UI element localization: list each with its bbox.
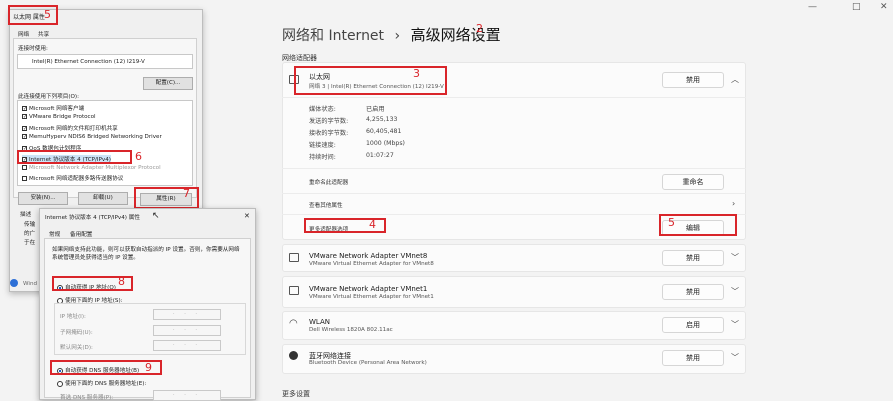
list-item[interactable]: Microsoft Network Adapter Multiplexor Pr… <box>22 165 161 171</box>
uninstall-button[interactable]: 卸载(U) <box>78 192 128 205</box>
divider <box>282 168 746 169</box>
chevron-down-icon[interactable]: ﹀ <box>731 352 739 363</box>
gateway-label: 默认网关(D): <box>60 345 93 351</box>
ethernet-disable-button[interactable]: 禁用 <box>662 72 724 88</box>
rename-label: 重命名此适配器 <box>309 180 349 186</box>
annotation-box <box>17 150 132 164</box>
page-title: 高级网络设置 <box>410 26 501 44</box>
detail-value: 4,255,133 <box>366 116 398 123</box>
minimize-button[interactable]: — <box>808 2 817 12</box>
adapter-name: WLAN <box>309 318 331 326</box>
more-settings-label: 更多设置 <box>282 390 310 398</box>
globe-icon <box>10 279 18 287</box>
adapter-name: VMware Network Adapter VMnet1 <box>309 285 428 293</box>
detail-key: 发送的字节数: <box>309 118 349 125</box>
subnet-mask-field[interactable]: · · · <box>153 325 221 336</box>
maximize-button[interactable]: □ <box>852 2 861 12</box>
step-number: 9 <box>145 361 152 374</box>
description-text: 于在 <box>24 240 36 246</box>
install-button[interactable]: 安装(N)... <box>18 192 68 205</box>
close-button[interactable]: ✕ <box>880 2 888 12</box>
detail-value: 01:07:27 <box>366 152 394 159</box>
chevron-down-icon[interactable]: ﹀ <box>731 286 739 297</box>
step-number: 2 <box>476 22 483 35</box>
adapter-desc: Bluetooth Device (Personal Area Network) <box>309 360 427 366</box>
step-number: 5 <box>668 216 675 229</box>
breadcrumb: 网络和 Internet › 高级网络设置 <box>282 24 501 45</box>
chevron-right-icon[interactable]: › <box>732 199 735 208</box>
detail-key: 媒体状态: <box>309 106 336 113</box>
tab-general[interactable]: 常规 <box>49 230 60 238</box>
detail-value: 已启用 <box>366 106 385 113</box>
connect-using-label: 连接时使用: <box>18 46 48 52</box>
breadcrumb-parent[interactable]: 网络和 Internet <box>282 28 384 44</box>
divider <box>282 97 746 98</box>
adapter-disable-button[interactable]: 禁用 <box>662 250 724 266</box>
tab-alternate[interactable]: 备用配置 <box>70 230 92 238</box>
step-number: 3 <box>413 67 420 80</box>
description-label: 描述 <box>20 212 32 218</box>
adapter-desc: VMware Virtual Ethernet Adapter for VMne… <box>309 294 434 300</box>
list-item[interactable]: ✓ Microsoft 网络客户端 <box>22 104 84 112</box>
chevron-up-icon[interactable]: ︿ <box>731 74 739 85</box>
detail-value: 1000 (Mbps) <box>366 140 405 147</box>
items-label: 此连接使用下列项目(O): <box>18 94 79 100</box>
wifi-icon: ◠ <box>289 318 298 329</box>
adapter-desc: VMware Virtual Ethernet Adapter for VMne… <box>309 261 434 267</box>
dns1-field[interactable]: · · · <box>153 390 221 401</box>
adapter-name-text: Intel(R) Ethernet Connection (12) I219-V <box>32 59 145 65</box>
monitor-icon <box>289 286 299 295</box>
rename-button[interactable]: 重命名 <box>662 174 724 190</box>
ip-address-label: IP 地址(I): <box>60 314 86 320</box>
divider <box>282 193 746 194</box>
detail-key: 接收的字节数: <box>309 130 349 137</box>
chevron-down-icon[interactable]: ﹀ <box>731 252 739 263</box>
manual-dns-radio[interactable]: 使用下面的 DNS 服务器地址(E): <box>57 379 146 387</box>
monitor-icon <box>289 253 299 262</box>
list-item[interactable]: ✓ MemuHyperv NDIS6 Bridged Networking Dri… <box>22 134 162 140</box>
subnet-mask-label: 子网掩码(U): <box>60 330 93 336</box>
adapter-disable-button[interactable]: 禁用 <box>662 284 724 300</box>
close-icon[interactable]: ✕ <box>244 212 250 220</box>
detail-key: 持续时间: <box>309 154 336 161</box>
adapter-enable-button[interactable]: 启用 <box>662 317 724 333</box>
bluetooth-icon <box>289 351 298 360</box>
step-number: 7 <box>183 187 190 200</box>
gateway-field[interactable]: · · · <box>153 340 221 351</box>
adapter-name: VMware Network Adapter VMnet8 <box>309 252 428 260</box>
list-item[interactable]: Microsoft 网络适配器多路传送器协议 <box>22 174 123 182</box>
step-number: 8 <box>118 275 125 288</box>
description-text: 传输 <box>24 222 36 228</box>
step-number: 4 <box>369 218 376 231</box>
chevron-down-icon[interactable]: ﹀ <box>731 319 739 330</box>
detail-key: 链接速度: <box>309 142 336 149</box>
annotation-box <box>294 66 447 95</box>
description-text: 的广 <box>24 231 36 237</box>
side-text: Wind <box>23 281 38 287</box>
configure-button[interactable]: 配置(C)... <box>143 77 193 90</box>
step-number: 6 <box>135 150 142 163</box>
ip-address-field[interactable]: · · · <box>153 309 221 320</box>
detail-value: 60,405,481 <box>366 128 402 135</box>
dialog-title: Internet 协议版本 4 (TCP/IPv4) 属性 <box>45 215 140 221</box>
adapter-desc: Dell Wireless 1820A 802.11ac <box>309 327 393 333</box>
intro-text: 如果网络支持此功能，则可以获取自动指派的 IP 设置。否则，你需要从网络系统管理… <box>52 247 240 261</box>
breadcrumb-separator: › <box>394 28 401 44</box>
list-item[interactable]: ✓ VMware Bridge Protocol <box>22 114 96 120</box>
tab-sharing[interactable]: 共享 <box>38 30 49 38</box>
hardware-properties-label[interactable]: 查看其他属性 <box>309 201 343 209</box>
tab-network[interactable]: 网络 <box>18 30 29 38</box>
list-item[interactable]: ✓ Microsoft 网络的文件和打印机共享 <box>22 124 118 132</box>
cursor-icon: ↖ <box>152 211 160 221</box>
adapter-disable-button[interactable]: 禁用 <box>662 350 724 366</box>
step-number: 5 <box>44 8 51 21</box>
